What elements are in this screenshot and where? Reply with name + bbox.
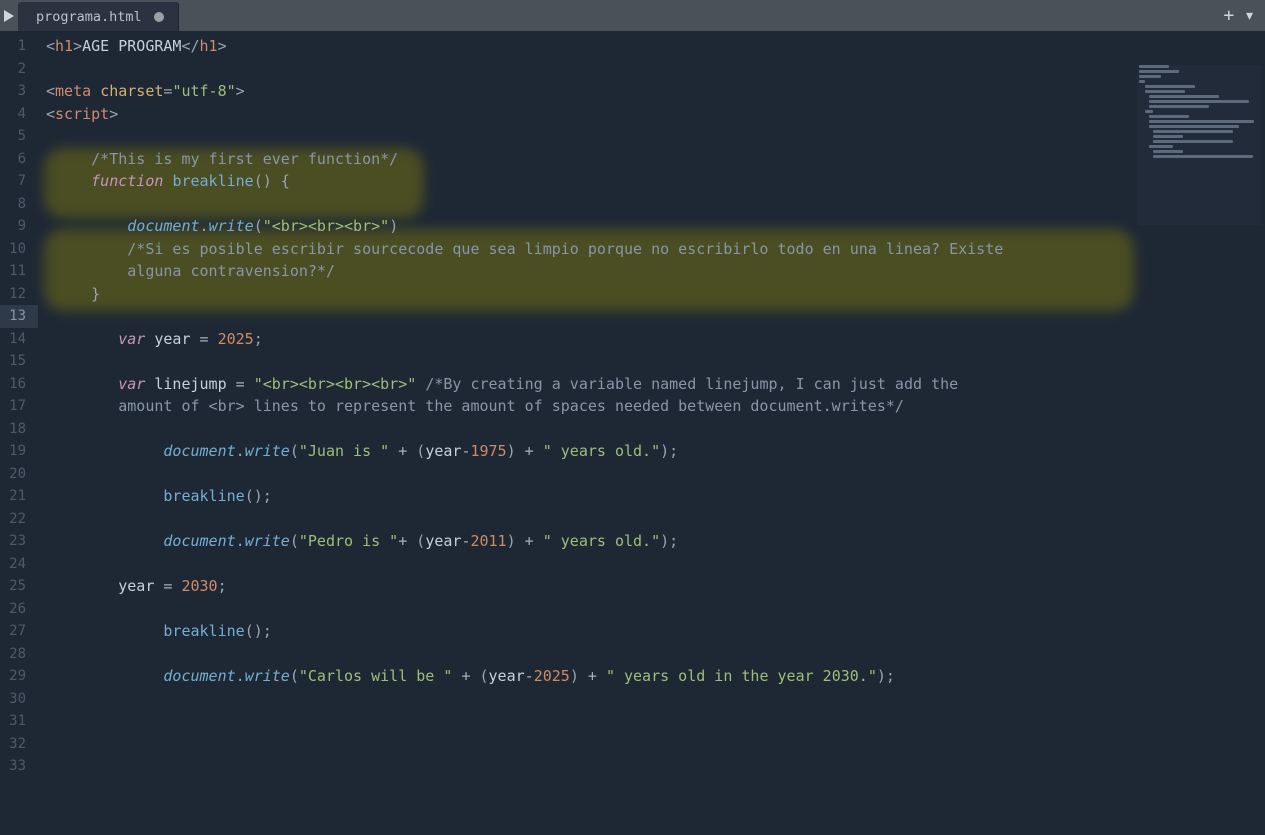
code-line[interactable]: document.write("<br><br><br>")	[38, 215, 1265, 238]
code-line[interactable]: alguna contravension?*/	[38, 260, 1265, 283]
tab-title: programa.html	[36, 9, 142, 25]
code-line[interactable]	[38, 710, 1265, 733]
code-line[interactable]: /*Si es posible escribir sourcecode que …	[38, 238, 1265, 261]
line-number: 26	[0, 598, 38, 621]
line-number: 4	[0, 103, 38, 126]
code-line[interactable]	[38, 688, 1265, 711]
line-number: 32	[0, 733, 38, 756]
line-number: 15	[0, 350, 38, 373]
line-number: 17	[0, 395, 38, 418]
modified-indicator-icon	[154, 12, 164, 22]
code-line[interactable]	[38, 598, 1265, 621]
code-line[interactable]: amount of <br> lines to represent the am…	[38, 395, 1265, 418]
code-line[interactable]: }	[38, 283, 1265, 306]
code-line[interactable]: document.write("Carlos will be " + (year…	[38, 665, 1265, 688]
code-line[interactable]	[38, 643, 1265, 666]
code-line[interactable]: breakline();	[38, 620, 1265, 643]
code-line[interactable]: var linejump = "<br><br><br><br>" /*By c…	[38, 373, 1265, 396]
code-area[interactable]: <h1>AGE PROGRAM</h1> <meta charset="utf-8…	[38, 31, 1265, 835]
code-line[interactable]: document.write("Juan is " + (year-1975) …	[38, 440, 1265, 463]
play-icon[interactable]	[0, 0, 18, 31]
code-line[interactable]	[38, 125, 1265, 148]
tab-bar: programa.html + ▾	[0, 0, 1265, 31]
line-number: 2	[0, 58, 38, 81]
line-number: 1	[0, 35, 38, 58]
line-number: 24	[0, 553, 38, 576]
code-line[interactable]: function breakline() {	[38, 170, 1265, 193]
line-number: 28	[0, 643, 38, 666]
line-number: 9	[0, 215, 38, 238]
line-number: 25	[0, 575, 38, 598]
line-number: 30	[0, 688, 38, 711]
code-line[interactable]: var year = 2025;	[38, 328, 1265, 351]
tab-menu-button[interactable]: ▾	[1244, 7, 1255, 25]
line-number-gutter: 1234567891011121314151617181920212223242…	[0, 31, 38, 835]
line-number: 14	[0, 328, 38, 351]
line-number: 29	[0, 665, 38, 688]
code-line[interactable]: document.write("Pedro is "+ (year-2011) …	[38, 530, 1265, 553]
line-number: 31	[0, 710, 38, 733]
code-line[interactable]	[38, 418, 1265, 441]
code-line[interactable]	[38, 193, 1265, 216]
code-line[interactable]	[38, 508, 1265, 531]
code-line[interactable]: breakline();	[38, 485, 1265, 508]
code-line[interactable]	[38, 350, 1265, 373]
line-number: 18	[0, 418, 38, 441]
line-number: 8	[0, 193, 38, 216]
tab-programa[interactable]: programa.html	[18, 2, 179, 31]
line-number: 19	[0, 440, 38, 463]
line-number: 21	[0, 485, 38, 508]
line-number: 5	[0, 125, 38, 148]
code-line[interactable]	[38, 463, 1265, 486]
line-number: 3	[0, 80, 38, 103]
line-number: 20	[0, 463, 38, 486]
code-line[interactable]: <script>	[38, 103, 1265, 126]
code-line[interactable]: /*This is my first ever function*/	[38, 148, 1265, 171]
line-number: 13	[0, 305, 38, 328]
code-line[interactable]: <meta charset="utf-8">	[38, 80, 1265, 103]
new-tab-button[interactable]: +	[1223, 7, 1234, 25]
line-number: 27	[0, 620, 38, 643]
line-number: 11	[0, 260, 38, 283]
line-number: 23	[0, 530, 38, 553]
line-number: 12	[0, 283, 38, 306]
line-number: 33	[0, 755, 38, 778]
code-line[interactable]	[38, 733, 1265, 756]
code-line[interactable]: <h1>AGE PROGRAM</h1>	[38, 35, 1265, 58]
line-number: 7	[0, 170, 38, 193]
line-number: 16	[0, 373, 38, 396]
code-line[interactable]	[38, 305, 1265, 328]
line-number: 22	[0, 508, 38, 531]
code-line[interactable]: year = 2030;	[38, 575, 1265, 598]
code-line[interactable]	[38, 553, 1265, 576]
code-line[interactable]	[38, 58, 1265, 81]
editor: 1234567891011121314151617181920212223242…	[0, 31, 1265, 835]
code-line[interactable]	[38, 755, 1265, 778]
line-number: 6	[0, 148, 38, 171]
line-number: 10	[0, 238, 38, 261]
